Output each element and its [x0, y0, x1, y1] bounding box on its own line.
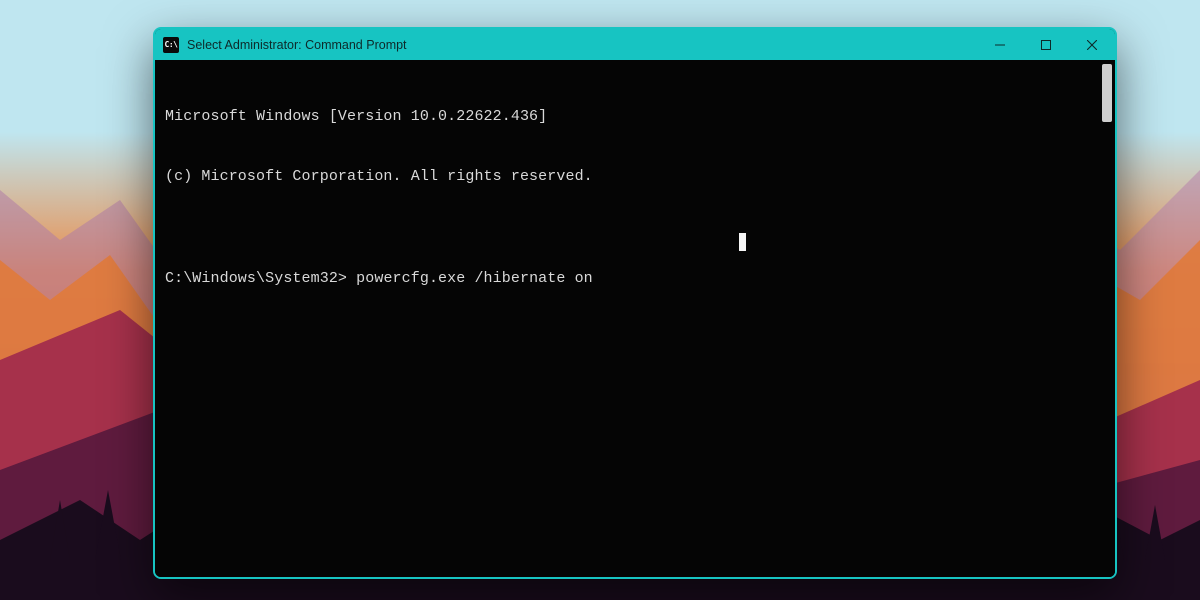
window-controls — [977, 29, 1115, 60]
maximize-button[interactable] — [1023, 29, 1069, 60]
typed-command: powercfg.exe /hibernate on — [356, 270, 593, 287]
terminal-line-version: Microsoft Windows [Version 10.0.22622.43… — [165, 107, 1105, 127]
maximize-icon — [1041, 40, 1051, 50]
command-prompt-window[interactable]: C:\ Select Administrator: Command Prompt… — [153, 27, 1117, 579]
cmd-icon: C:\ — [163, 37, 179, 53]
terminal-prompt-line: C:\Windows\System32> powercfg.exe /hiber… — [165, 269, 1105, 289]
scrollbar-thumb[interactable] — [1102, 64, 1112, 122]
close-button[interactable] — [1069, 29, 1115, 60]
minimize-button[interactable] — [977, 29, 1023, 60]
terminal-line-copyright: (c) Microsoft Corporation. All rights re… — [165, 167, 1105, 187]
minimize-icon — [995, 40, 1005, 50]
window-title: Select Administrator: Command Prompt — [187, 38, 977, 52]
cmd-icon-glyph: C:\ — [165, 41, 178, 49]
desktop-wallpaper: C:\ Select Administrator: Command Prompt… — [0, 0, 1200, 600]
titlebar[interactable]: C:\ Select Administrator: Command Prompt — [155, 29, 1115, 60]
terminal-area[interactable]: Microsoft Windows [Version 10.0.22622.43… — [155, 60, 1115, 577]
scrollbar-track[interactable] — [1099, 60, 1115, 577]
text-cursor — [739, 233, 746, 251]
close-icon — [1087, 40, 1097, 50]
prompt-path: C:\Windows\System32> — [165, 270, 347, 287]
